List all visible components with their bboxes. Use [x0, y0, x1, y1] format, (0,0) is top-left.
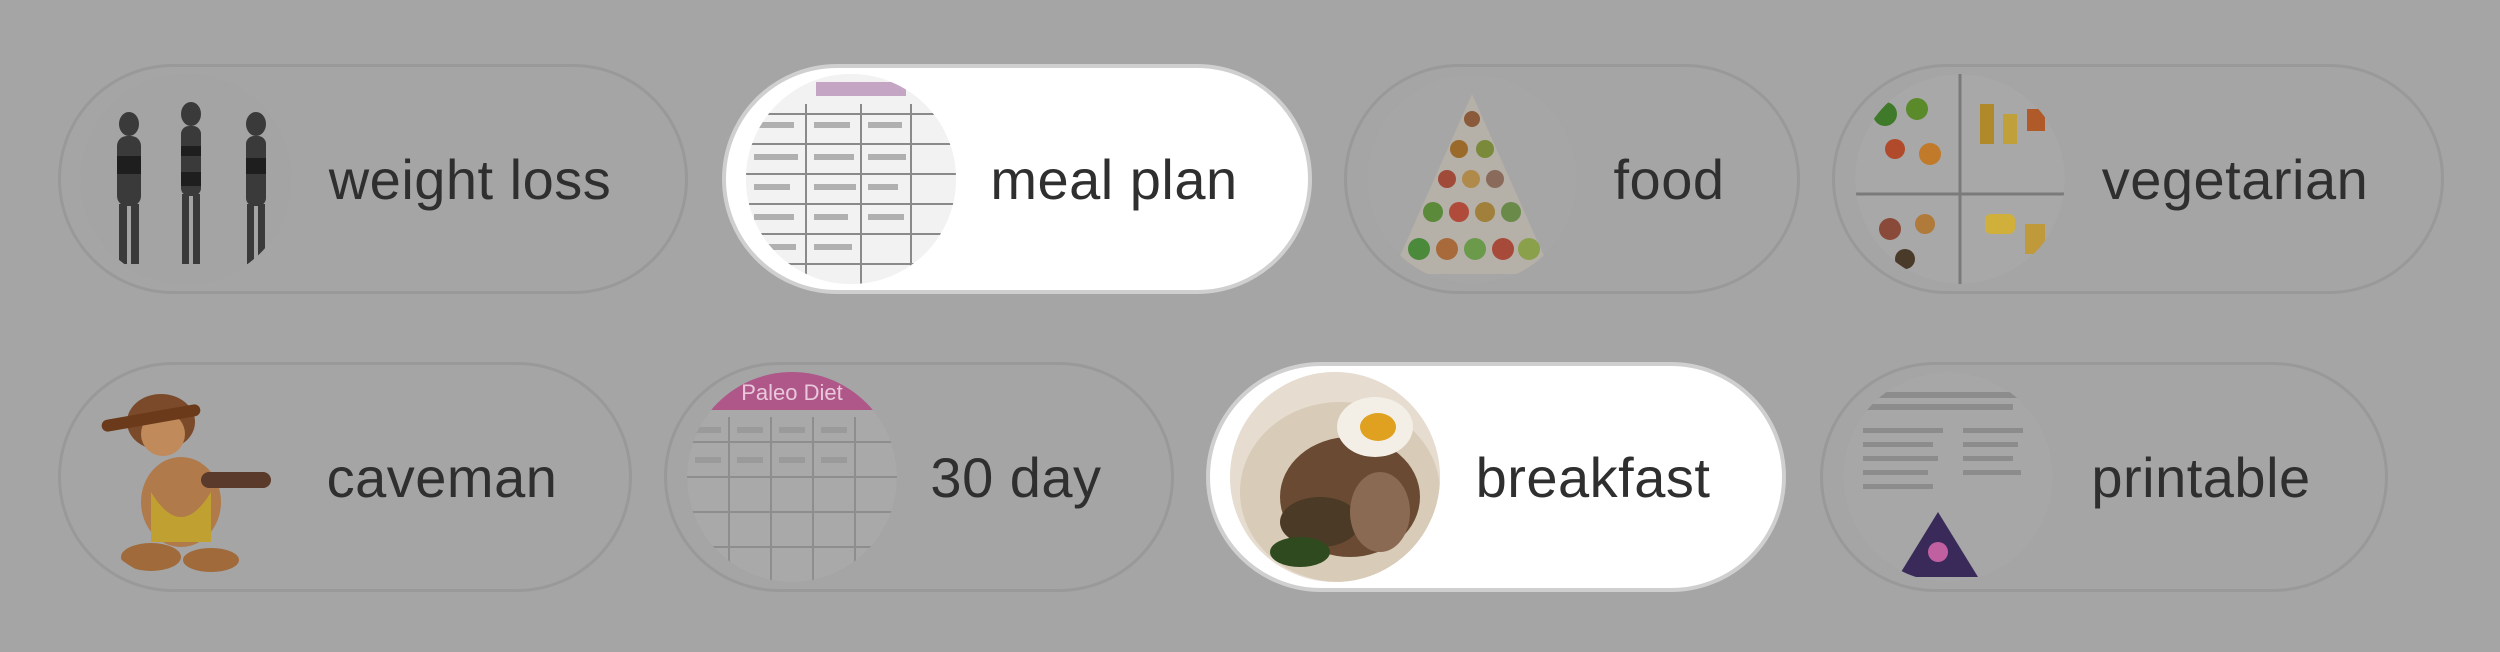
weight-loss-thumbnail: [81, 74, 291, 284]
meal-plan-thumbnail: [746, 74, 956, 284]
chip-caveman[interactable]: caveman: [58, 362, 632, 592]
30-day-plan-thumbnail: Paleo Diet: [687, 372, 897, 582]
chip-label: breakfast: [1475, 445, 1711, 509]
chip-label: weight loss: [328, 147, 612, 211]
caveman-thumbnail: [81, 372, 291, 582]
chip-label: food: [1613, 147, 1725, 211]
chip-food[interactable]: food: [1344, 64, 1800, 294]
chip-breakfast[interactable]: breakfast: [1206, 362, 1786, 592]
chip-label: printable: [2091, 445, 2311, 509]
chip-30-day[interactable]: Paleo Diet 30 day: [664, 362, 1174, 592]
chip-printable[interactable]: printable: [1820, 362, 2388, 592]
vegetarian-chart-thumbnail: [1855, 74, 2065, 284]
chip-label: caveman: [326, 445, 558, 509]
chip-vegetarian[interactable]: vegetarian: [1832, 64, 2444, 294]
chip-label: meal plan: [990, 147, 1238, 211]
chip-label: 30 day: [930, 445, 1102, 509]
paleo-header-text: Paleo Diet: [741, 380, 843, 405]
food-pyramid-thumbnail: [1367, 74, 1577, 284]
breakfast-thumbnail: [1230, 372, 1440, 582]
chip-label: vegetarian: [2101, 147, 2369, 211]
chip-weight-loss[interactable]: weight loss: [58, 64, 688, 294]
chip-meal-plan[interactable]: meal plan: [722, 64, 1312, 294]
printable-thumbnail: [1843, 372, 2053, 582]
